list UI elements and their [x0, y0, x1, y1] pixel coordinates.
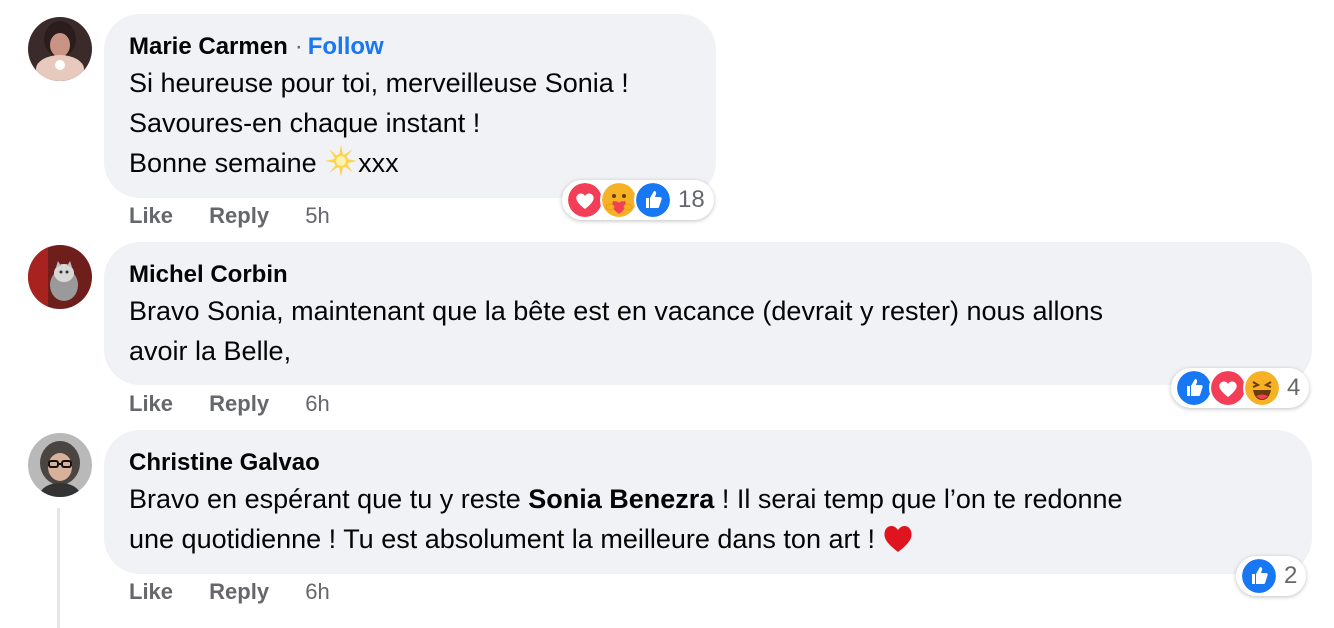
comment-line-text: Bravo en espérant que tu y reste — [129, 484, 529, 514]
comment-timestamp[interactable]: 6h — [305, 579, 329, 604]
comment-line: une quotidienne ! Tu est absolument la m… — [129, 519, 1288, 564]
sun-emoji-icon — [324, 144, 358, 189]
comment-line: Bravo Sonia, maintenant que la bête est … — [129, 296, 1104, 326]
comment-line: avoir la Belle, — [129, 336, 292, 366]
comment-text: Bravo Sonia, maintenant que la bête est … — [129, 291, 1288, 371]
comment-line-text: une quotidienne ! Tu est absolument la m… — [129, 524, 883, 554]
reaction-icons — [1240, 557, 1278, 595]
like-icon — [1240, 557, 1278, 595]
love-icon — [1209, 369, 1247, 407]
comment-text: Bravo en espérant que tu y reste Sonia B… — [129, 479, 1288, 564]
comment-line: Savoures-en chaque instant ! — [129, 108, 481, 138]
comment-bubble: Michel Corbin Bravo Sonia, maintenant qu… — [104, 242, 1312, 385]
comment-timestamp[interactable]: 5h — [305, 203, 329, 228]
like-button[interactable]: Like — [129, 579, 173, 604]
reaction-count: 18 — [678, 186, 705, 213]
reaction-count: 2 — [1284, 562, 1298, 589]
like-button[interactable]: Like — [129, 203, 173, 228]
separator-dot: · — [294, 33, 303, 60]
love-icon — [566, 181, 604, 219]
comment-line-text: xxx — [358, 148, 399, 178]
care-icon — [600, 181, 638, 219]
reply-button[interactable]: Reply — [209, 391, 269, 416]
thread-line — [57, 508, 60, 628]
comment-line-text: ! Il serai temp que l’on te redonne — [714, 484, 1123, 514]
comment-line-text: Bonne semaine — [129, 148, 325, 178]
reactions-summary[interactable]: 2 — [1236, 556, 1307, 596]
comment-bubble: Christine Galvao Bravo en espérant que t… — [104, 430, 1312, 574]
like-icon — [1175, 369, 1213, 407]
reaction-icons — [566, 181, 672, 219]
comment-timestamp[interactable]: 6h — [305, 391, 329, 416]
reply-button[interactable]: Reply — [209, 579, 269, 604]
like-button[interactable]: Like — [129, 391, 173, 416]
comment-author-line: Marie Carmen · Follow — [129, 32, 692, 62]
like-icon — [634, 181, 672, 219]
reactions-summary[interactable]: 4 — [1171, 368, 1310, 408]
reaction-icons — [1175, 369, 1281, 407]
reply-button[interactable]: Reply — [209, 203, 269, 228]
reactions-summary[interactable]: 18 — [562, 180, 714, 220]
comment-bubble: Marie Carmen · Follow Si heureuse pour toi… — [104, 14, 716, 198]
reaction-count: 4 — [1287, 374, 1301, 401]
avatar[interactable] — [28, 245, 92, 309]
mention-link[interactable]: Sonia Benezra — [528, 484, 714, 514]
follow-link[interactable]: Follow — [308, 33, 384, 60]
comment-actions: Like Reply 6h — [129, 577, 330, 607]
haha-icon — [1243, 369, 1281, 407]
comment-actions: Like Reply 5h — [129, 201, 330, 231]
comment-text: Si heureuse pour toi, merveilleuse Sonia… — [129, 63, 692, 189]
avatar[interactable] — [28, 17, 92, 81]
author-name[interactable]: Marie Carmen — [129, 33, 288, 60]
author-name[interactable]: Michel Corbin — [129, 260, 1288, 290]
author-name[interactable]: Christine Galvao — [129, 448, 1288, 478]
comment-actions: Like Reply 6h — [129, 389, 330, 419]
red-heart-emoji-icon — [882, 523, 914, 564]
comment-line: Bravo en espérant que tu y reste Sonia B… — [129, 479, 1288, 519]
comment-line: Si heureuse pour toi, merveilleuse Sonia… — [129, 68, 629, 98]
avatar[interactable] — [28, 433, 92, 497]
